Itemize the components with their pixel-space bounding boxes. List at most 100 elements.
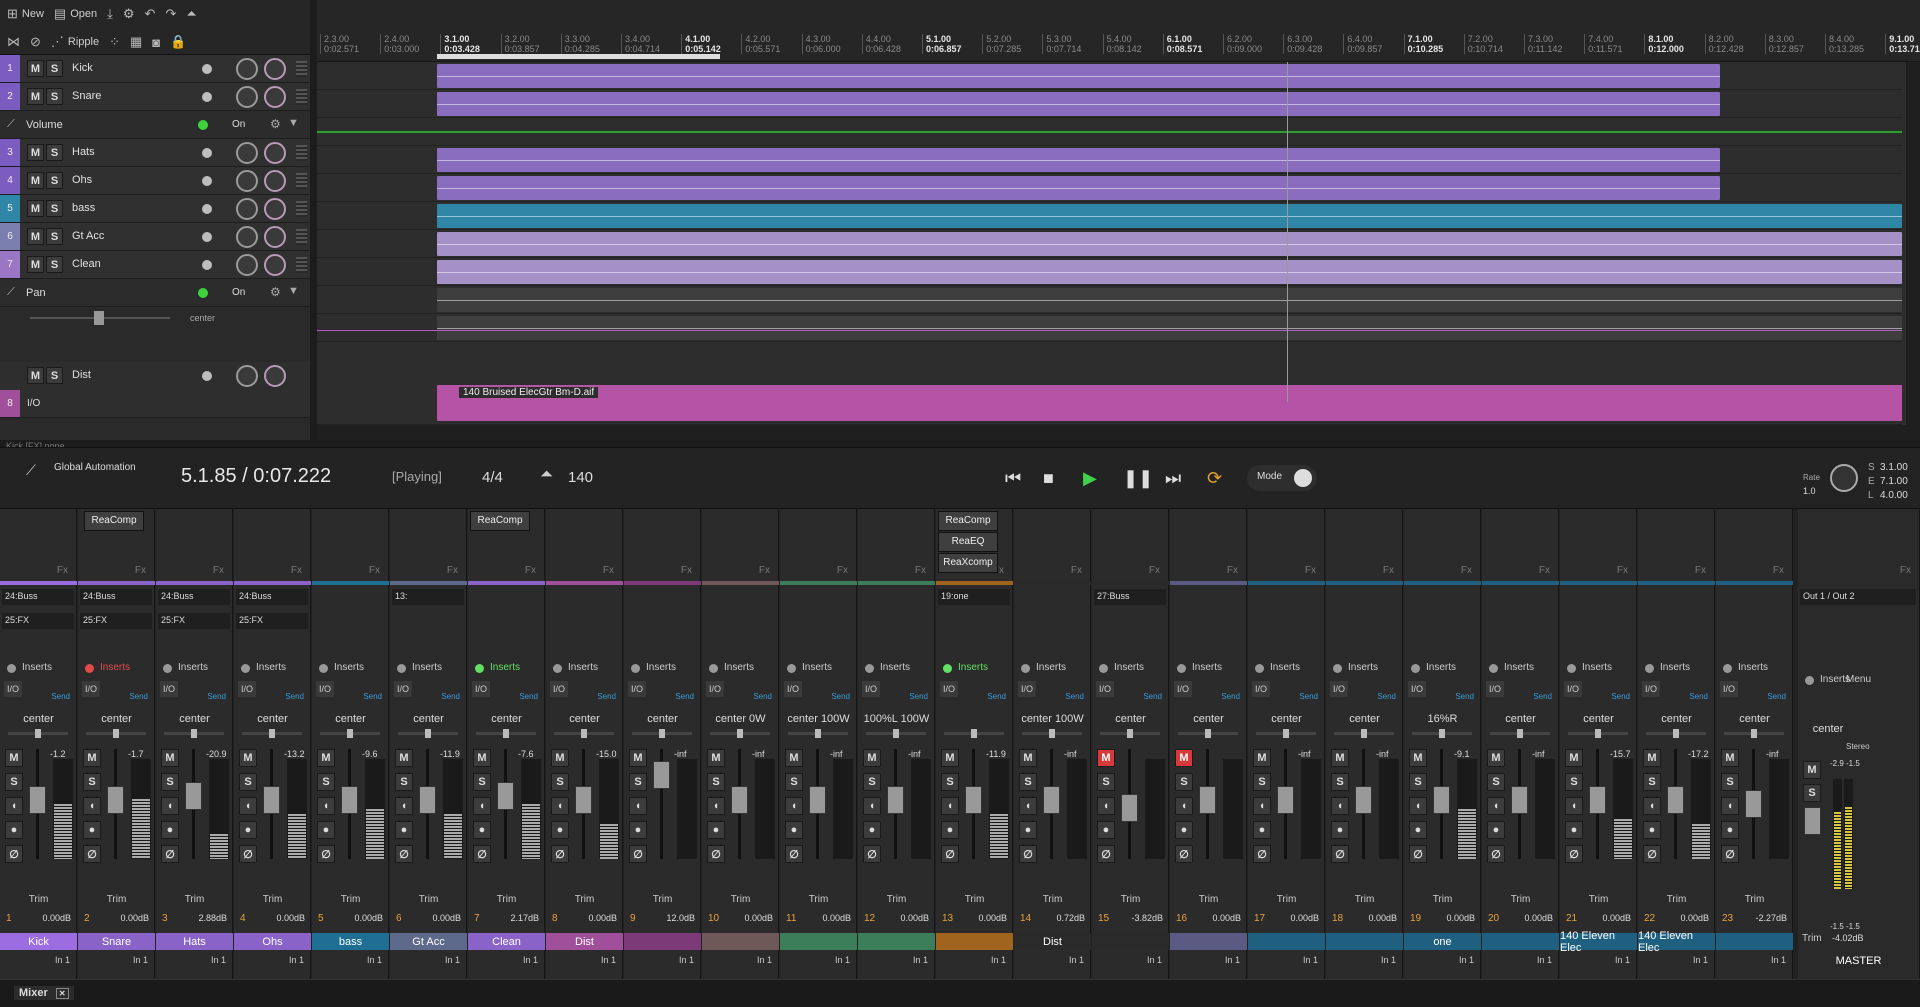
- fx-bypass-icon[interactable]: ∅: [1565, 845, 1583, 863]
- io-button[interactable]: I/O: [160, 681, 178, 697]
- pan-slider-thumb[interactable]: [1439, 729, 1445, 738]
- solo-button[interactable]: S: [161, 773, 179, 791]
- lock-button[interactable]: 🔒: [166, 31, 190, 53]
- volume-fader[interactable]: [575, 785, 592, 814]
- io-button[interactable]: I/O: [940, 681, 958, 697]
- fx-bypass-icon[interactable]: ∅: [551, 845, 569, 863]
- inserts-button[interactable]: Inserts: [392, 662, 464, 676]
- io-button[interactable]: I/O: [394, 681, 412, 697]
- output-slot[interactable]: Out 1 / Out 2: [1800, 589, 1916, 605]
- phase-icon[interactable]: ◖: [1565, 797, 1583, 815]
- track-header[interactable]: 2 M S Snare: [0, 83, 310, 111]
- close-icon[interactable]: ✕: [55, 988, 69, 999]
- send-label[interactable]: Send: [1533, 692, 1552, 701]
- volume-fader[interactable]: [107, 785, 124, 814]
- fx-button[interactable]: Fx: [1149, 565, 1160, 576]
- io-button[interactable]: I/O: [550, 681, 568, 697]
- solo-button[interactable]: S: [785, 773, 803, 791]
- volume-readout[interactable]: 0.72dB: [1056, 913, 1085, 923]
- vertical-scrollbar[interactable]: [1906, 62, 1920, 425]
- record-arm-button[interactable]: ●: [941, 821, 959, 839]
- trim-label[interactable]: Trim: [546, 894, 623, 905]
- input-label[interactable]: In 1: [679, 955, 694, 965]
- fx-button[interactable]: Fx: [213, 565, 224, 576]
- media-item[interactable]: [437, 260, 1902, 284]
- volume-readout[interactable]: 0.00dB: [42, 913, 71, 923]
- track-number[interactable]: 8: [0, 390, 20, 417]
- envelope-on-toggle[interactable]: On: [232, 119, 245, 130]
- io-button[interactable]: I/O: [1564, 681, 1582, 697]
- io-button[interactable]: I/O: [27, 398, 40, 409]
- position-display[interactable]: 5.1.85 / 0:07.222: [181, 465, 331, 488]
- gear-icon[interactable]: ⚙: [270, 285, 281, 299]
- pan-label[interactable]: center: [468, 713, 545, 725]
- inserts-button[interactable]: Inserts: [1800, 674, 1850, 688]
- mute-button[interactable]: M: [27, 144, 44, 161]
- track-name-bar[interactable]: [1170, 933, 1247, 950]
- send-label[interactable]: Send: [987, 692, 1006, 701]
- phase-icon[interactable]: ◖: [1487, 797, 1505, 815]
- volume-knob[interactable]: [236, 58, 258, 80]
- gear-icon[interactable]: ⚙: [270, 117, 281, 131]
- record-arm-button[interactable]: ●: [83, 821, 101, 839]
- record-arm-button[interactable]: ●: [1565, 821, 1583, 839]
- go-to-start-icon[interactable]: ⏮: [1005, 468, 1021, 489]
- chevron-down-icon[interactable]: ▼: [288, 117, 299, 129]
- pan-knob[interactable]: [264, 254, 286, 276]
- track-name-bar[interactable]: [1092, 933, 1169, 950]
- selection-length[interactable]: 4.0.00: [1880, 490, 1908, 501]
- volume-fader[interactable]: [731, 785, 748, 814]
- track-lane[interactable]: [317, 258, 1902, 286]
- envelope-lane-header[interactable]: ⟋ Volume On ⚙ ▼: [0, 111, 310, 139]
- fx-bypass-icon[interactable]: ∅: [1175, 845, 1193, 863]
- global-automation-label[interactable]: Global Automation: [54, 462, 136, 473]
- trim-label[interactable]: Trim: [0, 894, 77, 905]
- record-arm-button[interactable]: ●: [707, 821, 725, 839]
- send-slot[interactable]: 13:: [392, 589, 464, 605]
- pan-slider-thumb[interactable]: [1595, 729, 1601, 738]
- volume-envelope-line[interactable]: [317, 131, 1902, 133]
- pan-slider-thumb[interactable]: [971, 729, 977, 738]
- pan-slider-thumb[interactable]: [347, 729, 353, 738]
- volume-readout[interactable]: 0.00dB: [900, 913, 929, 923]
- fx-button[interactable]: Fx: [1539, 565, 1550, 576]
- pan-knob[interactable]: [264, 365, 286, 387]
- go-to-end-icon[interactable]: ⏭: [1165, 468, 1181, 489]
- solo-button[interactable]: S: [1803, 784, 1821, 802]
- volume-fader[interactable]: [1433, 785, 1450, 814]
- record-arm-button[interactable]: [202, 148, 212, 158]
- send-label[interactable]: Send: [129, 692, 148, 701]
- volume-readout[interactable]: 0.00dB: [822, 913, 851, 923]
- track-name-bar[interactable]: Kick: [0, 933, 77, 950]
- volume-readout[interactable]: 0.00dB: [432, 913, 461, 923]
- fx-button[interactable]: Fx: [603, 565, 614, 576]
- inserts-button[interactable]: Inserts: [1484, 662, 1556, 676]
- mixer-strip[interactable]: Fx Inserts I/O Send center M S ◖ ● ∅ -17.2 Trim 22 0.…: [1638, 509, 1715, 979]
- fx-button[interactable]: Fx: [135, 565, 146, 576]
- mute-button[interactable]: M: [27, 88, 44, 105]
- track-lane[interactable]: [317, 286, 1902, 314]
- input-label[interactable]: In 1: [133, 955, 148, 965]
- pan-label[interactable]: center: [1482, 713, 1559, 725]
- track-lane[interactable]: [317, 314, 1902, 342]
- play-icon[interactable]: ▶: [1083, 468, 1097, 489]
- volume-fader[interactable]: [809, 785, 826, 814]
- send-slot[interactable]: 25:FX: [80, 613, 152, 629]
- fx-bypass-icon[interactable]: ∅: [1721, 845, 1739, 863]
- mute-button[interactable]: M: [239, 749, 257, 767]
- fx-button[interactable]: Fx: [681, 565, 692, 576]
- volume-fader[interactable]: [341, 785, 358, 814]
- trim-label[interactable]: Trim: [312, 894, 389, 905]
- media-item[interactable]: [437, 204, 1902, 228]
- phase-icon[interactable]: ◖: [1019, 797, 1037, 815]
- volume-knob[interactable]: [236, 365, 258, 387]
- trim-label[interactable]: Trim: [858, 894, 935, 905]
- fx-bypass-icon[interactable]: ∅: [161, 845, 179, 863]
- record-arm-button[interactable]: ●: [1019, 821, 1037, 839]
- solo-button[interactable]: S: [46, 144, 63, 161]
- automation-icon[interactable]: ⟋: [26, 462, 36, 479]
- pan-label[interactable]: center 0W: [702, 713, 779, 725]
- record-arm-button[interactable]: ●: [629, 821, 647, 839]
- volume-readout[interactable]: 0.00dB: [1680, 913, 1709, 923]
- track-name-bar[interactable]: Dist: [546, 933, 623, 950]
